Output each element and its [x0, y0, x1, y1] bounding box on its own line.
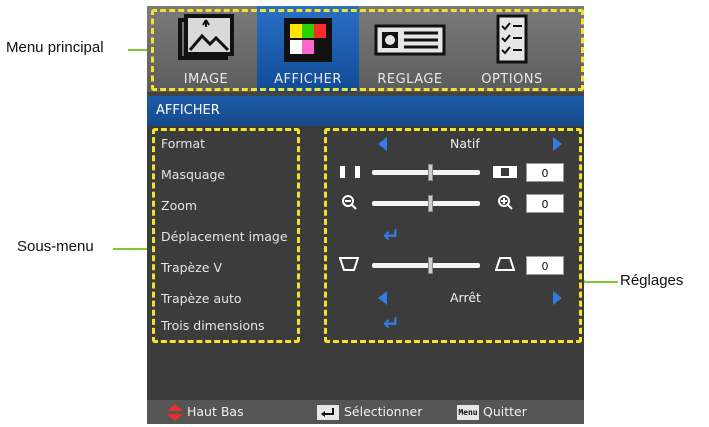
- menu-key-icon: Menu: [457, 405, 479, 420]
- footer-nav-label: Haut Bas: [187, 404, 244, 419]
- callout-settings: Réglages: [620, 272, 684, 289]
- up-down-icon: [167, 404, 183, 421]
- footer-quit-label: Quitter: [483, 404, 527, 419]
- footer-select-label: Sélectionner: [344, 404, 423, 419]
- footer-bar: Haut Bas Sélectionner Menu Quitter: [147, 400, 584, 424]
- submenu-highlight: [152, 128, 300, 343]
- section-title: AFFICHER: [147, 96, 584, 126]
- main-menu-highlight: [151, 9, 584, 91]
- callout-settings-line: [582, 281, 618, 283]
- callout-sub-menu: Sous-menu: [17, 238, 94, 255]
- settings-highlight: [324, 128, 582, 343]
- callout-main-menu: Menu principal: [6, 39, 104, 56]
- enter-key-icon: [317, 405, 339, 420]
